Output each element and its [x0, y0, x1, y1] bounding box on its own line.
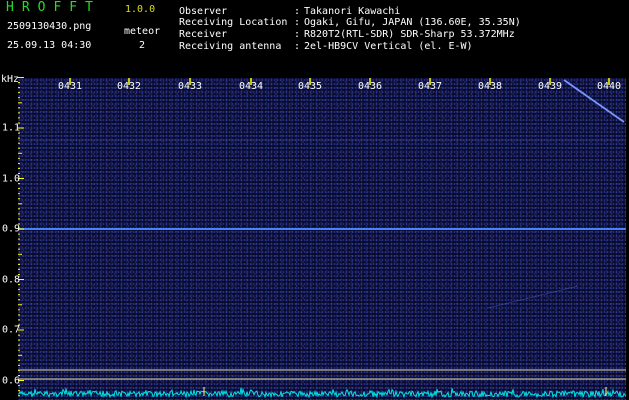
frequency-tick-label: 0.8: [2, 274, 21, 285]
time-tick-label: 0434: [238, 81, 264, 92]
time-tick-label: 0439: [537, 81, 563, 92]
timestamp: 25.09.13 04:30: [7, 40, 92, 51]
frequency-tick-label: 0.6: [2, 375, 21, 386]
app-version: 1.0.0: [125, 4, 156, 15]
frequency-tick-label: 1.0: [2, 173, 21, 184]
frequency-tick-label: 0.7: [2, 324, 21, 336]
time-tick-label: 0436: [357, 81, 383, 92]
antenna-label: Receiving antenna: [179, 41, 282, 52]
time-tick-label: 0431: [57, 81, 83, 92]
frequency-unit-label: kHz: [1, 74, 20, 85]
time-tick-label: 0437: [417, 81, 443, 92]
spectrogram-plot: [18, 78, 626, 400]
frequency-tick-label: 1.1: [2, 122, 21, 134]
hrofft-window: HROFFT 1.0.0 2509130430.png meteor 25.09…: [0, 0, 629, 400]
meteor-label: meteor: [124, 26, 161, 37]
time-tick-label: 0432: [116, 81, 142, 92]
time-tick-label: 0438: [477, 81, 503, 92]
meteor-count: 2: [139, 40, 146, 51]
time-tick-label: 0440: [596, 81, 622, 92]
frequency-tick-label: 0.9: [2, 223, 21, 235]
time-tick-label: 0433: [177, 81, 203, 92]
file-name: 2509130430.png: [7, 21, 92, 32]
antenna-colon: :: [294, 41, 301, 52]
faint-trace: [487, 285, 579, 309]
noise-floor: [18, 387, 626, 399]
app-title: HROFFT: [6, 0, 101, 15]
time-tick-label: 0435: [297, 81, 323, 92]
spectrogram-overlay: [18, 79, 626, 399]
antenna-value: 2el-HB9CV Vertical (el. E-W): [304, 41, 473, 52]
